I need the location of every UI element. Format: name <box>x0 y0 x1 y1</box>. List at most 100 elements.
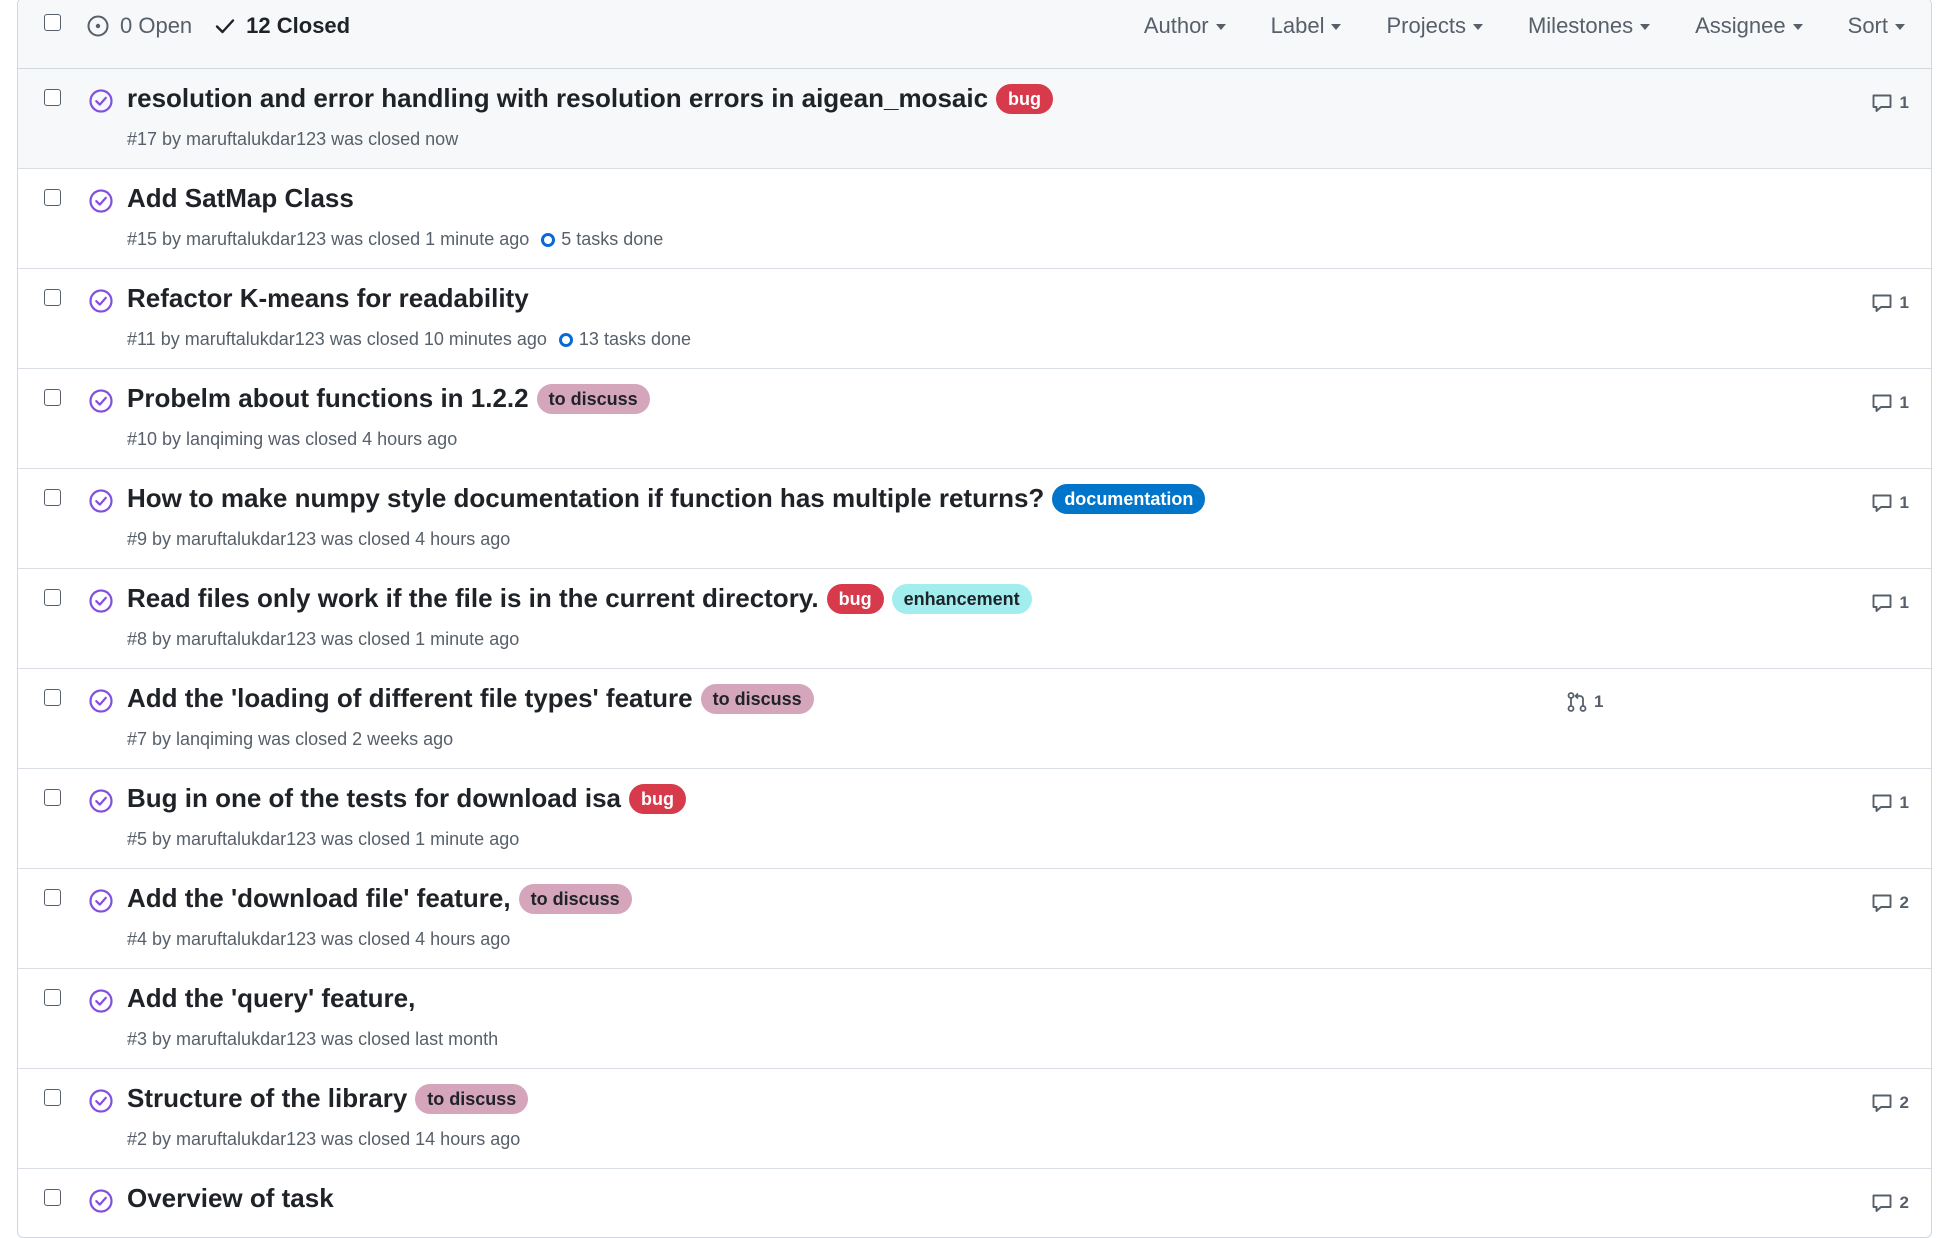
issue-row[interactable]: Add the 'loading of different file types… <box>18 669 1931 769</box>
issue-row[interactable]: Overview of task 2 <box>18 1169 1931 1237</box>
closed-issues-link[interactable]: 12 Closed <box>214 13 350 39</box>
comment-count[interactable]: 1 <box>1870 91 1909 115</box>
task-progress-text: 5 tasks done <box>561 229 664 249</box>
issue-checkbox[interactable] <box>44 489 61 506</box>
issue-meta-text: #9 by maruftalukdar123 was closed 4 hour… <box>127 529 511 549</box>
check-icon <box>215 19 235 34</box>
issue-title-link[interactable]: Structure of the library <box>127 1083 407 1114</box>
comment-count[interactable]: 1 <box>1870 591 1909 615</box>
issue-title-link[interactable]: Bug in one of the tests for download isa <box>127 783 621 814</box>
issue-checkbox[interactable] <box>44 1089 61 1106</box>
issue-row[interactable]: Refactor K-means for readability #11 by m… <box>18 269 1931 369</box>
comment-count[interactable]: 1 <box>1870 391 1909 415</box>
comment-icon <box>1872 394 1891 412</box>
comment-count-text: 1 <box>1899 593 1909 612</box>
issues-list-header: 0 Open 12 Closed Author Label Projects M… <box>18 0 1931 69</box>
assignee-filter[interactable]: Assignee <box>1695 13 1803 39</box>
issue-row[interactable]: How to make numpy style documentation if… <box>18 469 1931 569</box>
issue-meta-text: #17 by maruftalukdar123 was closed now <box>127 129 459 149</box>
issue-checkbox[interactable] <box>44 389 61 406</box>
filter-bar: Author Label Projects Milestones Assigne… <box>1099 0 1905 53</box>
task-progress[interactable]: 5 tasks done <box>541 229 663 250</box>
issue-checkbox[interactable] <box>44 289 61 306</box>
label-documentation[interactable]: documentation <box>1052 483 1206 514</box>
milestones-filter-label: Milestones <box>1527 13 1634 38</box>
issue-meta: #10 by lanqiming was closed 4 hours ago <box>127 429 457 450</box>
task-progress-icon <box>541 232 556 247</box>
label-to-discuss[interactable]: to discuss <box>518 883 632 914</box>
comment-count[interactable]: 1 <box>1870 491 1909 515</box>
issue-row[interactable]: Read files only work if the file is in t… <box>18 569 1931 669</box>
issue-title-link[interactable]: Add the 'download file' feature, <box>127 883 511 914</box>
comment-count[interactable]: 1 <box>1870 291 1909 315</box>
issue-closed-icon <box>89 889 113 913</box>
issue-meta: #2 by maruftalukdar123 was closed 14 hou… <box>127 1129 520 1150</box>
issue-meta: #5 by maruftalukdar123 was closed 1 minu… <box>127 829 519 850</box>
task-progress[interactable]: 13 tasks done <box>558 329 691 350</box>
issue-meta-text: #4 by maruftalukdar123 was closed 4 hour… <box>127 929 511 949</box>
issue-title-line: Overview of task <box>127 1183 334 1214</box>
closed-issues-count: 12 Closed <box>246 13 351 38</box>
issue-title-link[interactable]: Add SatMap Class <box>127 183 354 214</box>
issue-checkbox[interactable] <box>44 889 61 906</box>
comment-count[interactable]: 2 <box>1870 1091 1909 1115</box>
open-issues-link[interactable]: 0 Open <box>86 13 192 39</box>
label-bug[interactable]: bug <box>629 783 687 814</box>
comment-count-text: 2 <box>1899 1093 1909 1112</box>
issue-title-link[interactable]: Probelm about functions in 1.2.2 <box>127 383 529 414</box>
open-issues-count: 0 Open <box>120 13 193 38</box>
issue-meta: #11 by maruftalukdar123 was closed 10 mi… <box>127 329 691 350</box>
git-pull-request-icon <box>1567 692 1587 712</box>
comment-count[interactable]: 1 <box>1870 791 1909 815</box>
label-to-discuss[interactable]: to discuss <box>536 383 650 414</box>
milestones-filter[interactable]: Milestones <box>1527 13 1651 39</box>
issue-row[interactable]: Add the 'download file' feature, to discu… <box>18 869 1931 969</box>
issue-title-link[interactable]: Read files only work if the file is in t… <box>127 583 819 614</box>
label-filter-label: Label <box>1270 13 1325 38</box>
linked-pr-count[interactable]: 1 <box>1566 691 1603 713</box>
sort-filter-label: Sort <box>1847 13 1888 38</box>
issue-checkbox[interactable] <box>44 789 61 806</box>
chevron-down-icon <box>1331 24 1342 30</box>
label-to-discuss[interactable]: to discuss <box>700 683 814 714</box>
author-filter-label: Author <box>1143 13 1209 38</box>
label-filter[interactable]: Label <box>1271 13 1342 39</box>
issue-row[interactable]: Probelm about functions in 1.2.2 to discu… <box>18 369 1931 469</box>
issue-closed-icon <box>89 989 113 1013</box>
comment-count[interactable]: 2 <box>1870 1191 1909 1215</box>
issue-checkbox[interactable] <box>44 189 61 206</box>
issue-checkbox[interactable] <box>44 1189 61 1206</box>
issue-title-link[interactable]: Add the 'loading of different file types… <box>127 683 693 714</box>
label-bug[interactable]: bug <box>826 583 884 614</box>
sort-filter[interactable]: Sort <box>1848 13 1905 39</box>
issue-checkbox[interactable] <box>44 989 61 1006</box>
chevron-down-icon <box>1895 24 1905 30</box>
issue-title-link[interactable]: resolution and error handling with resol… <box>127 83 988 114</box>
issue-row[interactable]: Structure of the library to discuss #2 by … <box>18 1069 1931 1169</box>
issue-row[interactable]: Add SatMap Class #15 by maruftalukdar123 … <box>18 169 1931 269</box>
issue-title-link[interactable]: Refactor K-means for readability <box>127 283 529 314</box>
issue-row[interactable]: Add the 'query' feature, #3 by maruftaluk… <box>18 969 1931 1069</box>
comment-icon <box>1872 894 1891 912</box>
issue-title-link[interactable]: Add the 'query' feature, <box>127 983 415 1014</box>
label-to-discuss[interactable]: to discuss <box>415 1083 529 1114</box>
author-filter[interactable]: Author <box>1144 13 1226 39</box>
issue-title-line: Bug in one of the tests for download isa… <box>127 783 687 814</box>
issue-row[interactable]: Bug in one of the tests for download isa… <box>18 769 1931 869</box>
issue-row[interactable]: resolution and error handling with resol… <box>18 69 1931 169</box>
comment-icon <box>1872 94 1891 112</box>
issue-checkbox[interactable] <box>44 589 61 606</box>
comment-count-text: 1 <box>1899 93 1909 112</box>
select-all-checkbox[interactable] <box>44 14 61 31</box>
issue-meta-text: #7 by lanqiming was closed 2 weeks ago <box>127 729 454 749</box>
comment-count-text: 1 <box>1899 393 1909 412</box>
issue-checkbox[interactable] <box>44 689 61 706</box>
issue-title-link[interactable]: How to make numpy style documentation if… <box>127 483 1044 514</box>
projects-filter[interactable]: Projects <box>1386 13 1483 39</box>
comment-count[interactable]: 2 <box>1870 891 1909 915</box>
label-enhancement[interactable]: enhancement <box>891 583 1032 614</box>
issue-title-link[interactable]: Overview of task <box>127 1183 334 1214</box>
issue-closed-icon <box>89 589 113 613</box>
issue-checkbox[interactable] <box>44 89 61 106</box>
label-bug[interactable]: bug <box>996 83 1054 114</box>
